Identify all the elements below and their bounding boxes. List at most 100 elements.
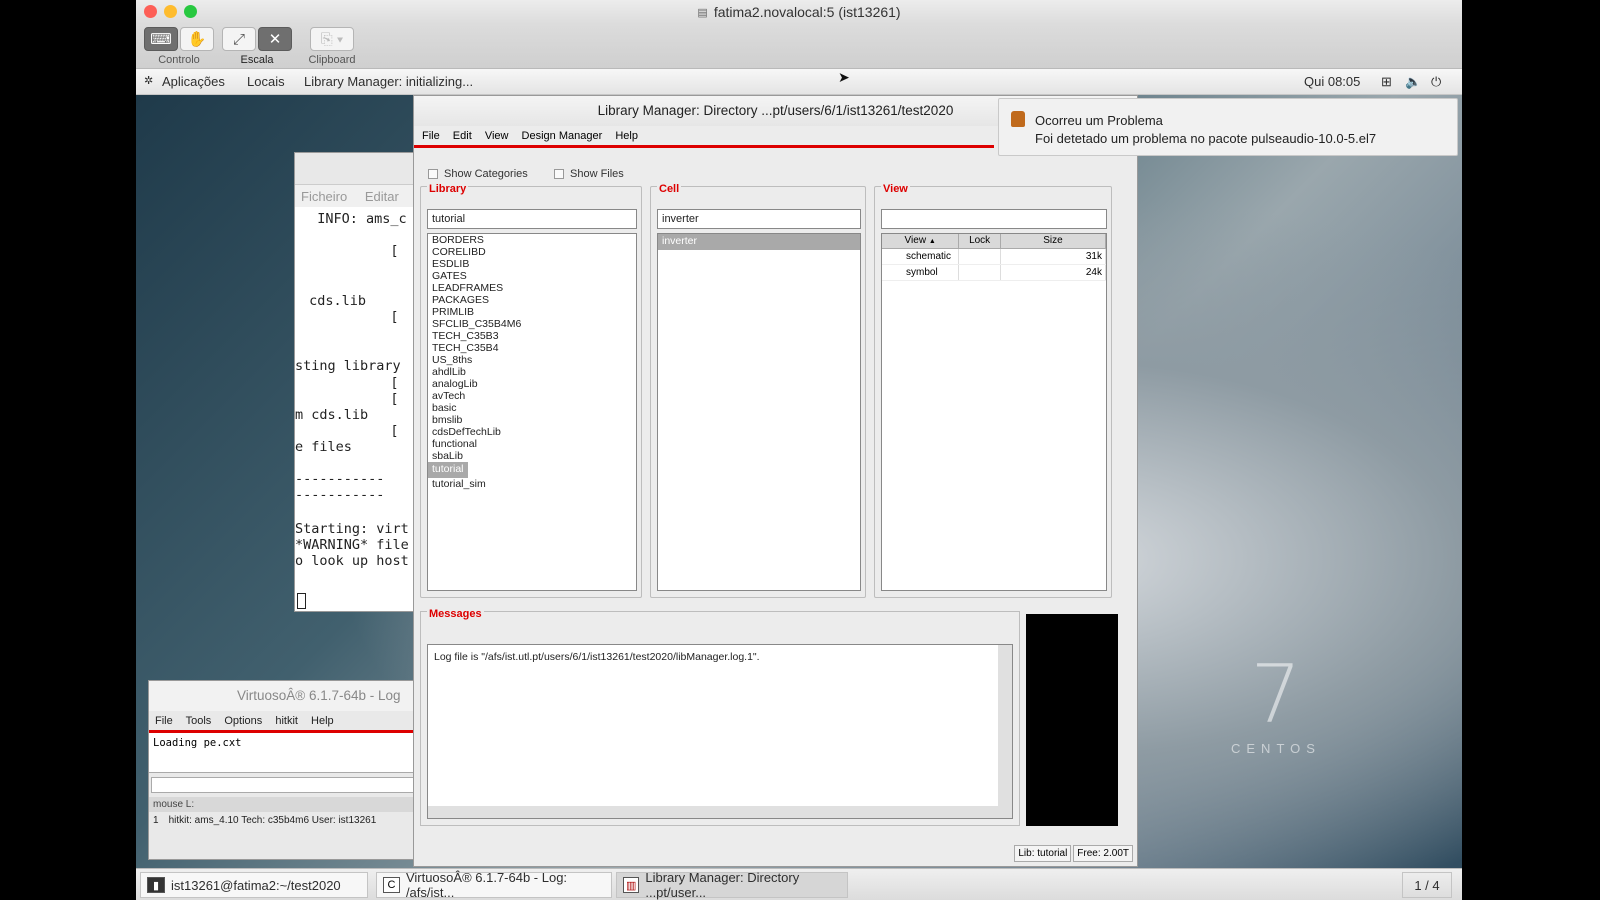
terminal-line: ----------- (295, 487, 385, 503)
controlo-group: ⌨ ✋ Controlo (144, 27, 214, 66)
view-row[interactable]: symbol 24k (882, 265, 1106, 281)
expand-icon[interactable]: ⤢ (222, 27, 256, 51)
cell-panel-title: Cell (657, 183, 682, 195)
escala-group: ⤢ ✕ Escala (222, 27, 292, 66)
notification-title: Ocorreu um Problema (1035, 113, 1163, 128)
applications-menu[interactable]: Aplicações (162, 74, 225, 89)
taskbar-item-virtuoso[interactable]: C VirtuosoÂ® 6.1.7-64b - Log: /afs/ist..… (376, 870, 612, 900)
taskbar-item-library-manager[interactable]: ▥ Library Manager: Directory ...pt/user.… (616, 870, 848, 900)
virtuoso-icon: C (383, 877, 400, 893)
library-list-item[interactable]: tutorial (428, 462, 636, 478)
virtuoso-menu-options[interactable]: Options (224, 715, 262, 727)
lm-menu-file[interactable]: File (422, 130, 440, 142)
gnome-topbar: ✲ Aplicações Locais Library Manager: ini… (136, 69, 1462, 95)
checkbox-icon[interactable] (428, 169, 438, 179)
library-list-item[interactable]: tutorial_sim (428, 478, 636, 490)
checkbox-icon[interactable] (554, 169, 564, 179)
library-filter-input[interactable]: tutorial (427, 209, 637, 229)
virtuoso-menu-tools[interactable]: Tools (186, 715, 212, 727)
vm-window: ▤ fatima2.novalocal:5 (ist13261) ⌨ ✋ Con… (136, 0, 1462, 900)
mouse-icon[interactable]: ✋ (180, 27, 214, 51)
show-categories-checkbox[interactable]: Show Categories (428, 168, 528, 180)
taskbar-item-label: VirtuosoÂ® 6.1.7-64b - Log: /afs/ist... (405, 870, 568, 900)
terminal-line: [ (301, 309, 399, 325)
status-lib: Lib: tutorial (1014, 845, 1072, 862)
messages-horizontal-scrollbar[interactable] (428, 806, 1000, 818)
taskbar-item-terminal[interactable]: ▮ ist13261@fatima2:~/test2020 (140, 872, 368, 898)
cell-list[interactable]: inverter (657, 233, 861, 591)
apps-icon: ✲ (144, 75, 154, 87)
terminal-line: m cds.lib (295, 407, 369, 423)
close-window-button[interactable] (144, 5, 157, 18)
clipboard-group: ⎘ ▾ Clipboard (302, 27, 362, 66)
clipboard-label: Clipboard (308, 54, 356, 66)
view-table-header: View ▲ Lock Size (882, 234, 1106, 249)
cell-filter-input[interactable]: inverter (657, 209, 861, 229)
terminal-line: cds.lib (301, 293, 367, 309)
power-icon[interactable]: ⏻ (1431, 74, 1441, 90)
messages-text: Log file is "/afs/ist.utl.pt/users/6/1/i… (434, 651, 760, 663)
terminal-line: Starting: virt (295, 521, 409, 537)
escala-label: Escala (240, 54, 274, 66)
virtuoso-menu-file[interactable]: File (155, 715, 173, 727)
terminal-line: [ (301, 423, 399, 439)
document-icon: ▤ (697, 6, 708, 19)
keyboard-icon[interactable]: ⌨ (144, 27, 178, 51)
minimize-window-button[interactable] (164, 5, 177, 18)
status-number: 1 (153, 815, 159, 826)
workspace-indicator[interactable]: 1 / 4 (1402, 872, 1452, 898)
library-manager-icon: ▥ (623, 877, 640, 893)
show-files-checkbox[interactable]: Show Files (554, 168, 624, 180)
active-app-menu[interactable]: Library Manager: initializing... (304, 74, 473, 89)
terminal-line: [ (301, 243, 399, 259)
cell-list-item[interactable]: inverter (658, 234, 860, 250)
view-cell: symbol (882, 265, 960, 280)
library-panel-title: Library (427, 183, 469, 195)
view-panel: View View ▲ Lock Size schematic 31k symb… (874, 183, 1112, 598)
terminal-line: INFO: ams_c (301, 211, 407, 227)
controlo-label: Controlo (158, 54, 200, 66)
network-icon[interactable]: ⊞ (1381, 74, 1392, 90)
col-size-header[interactable]: Size (1001, 234, 1106, 248)
messages-panel: Messages Log file is "/afs/ist.utl.pt/us… (420, 608, 1020, 826)
problem-notification[interactable]: Ocorreu um Problema Foi detetado um prob… (998, 98, 1458, 156)
col-lock-header[interactable]: Lock (959, 234, 1001, 248)
status-text: hitkit: ams_4.10 Tech: c35b4m6 User: ist… (168, 815, 377, 826)
library-manager-window[interactable]: Library Manager: Directory ...pt/users/6… (413, 95, 1138, 867)
library-panel: Library tutorial BORDERS CORELIBD ESDLIB GA… (420, 183, 642, 598)
lock-cell (959, 265, 1002, 280)
sort-up-icon: ▲ (928, 238, 936, 245)
virtuoso-menu-help[interactable]: Help (311, 715, 334, 727)
shrink-icon[interactable]: ✕ (258, 27, 292, 51)
lm-menu-help[interactable]: Help (615, 130, 638, 142)
size-cell: 31k (1001, 249, 1106, 264)
terminal-line: [ (301, 375, 399, 391)
menu-editar[interactable]: Editar (365, 189, 399, 204)
places-menu[interactable]: Locais (247, 74, 285, 89)
status-free: Free: 2.00T (1073, 845, 1133, 862)
lm-menu-design-manager[interactable]: Design Manager (522, 130, 603, 142)
view-panel-title: View (881, 183, 910, 195)
messages-vertical-scrollbar[interactable] (998, 645, 1012, 818)
library-list[interactable]: BORDERS CORELIBD ESDLIB GATES LEADFRAMES PACK… (427, 233, 637, 591)
lm-menu-view[interactable]: View (485, 130, 509, 142)
menu-ficheiro[interactable]: Ficheiro (301, 189, 347, 204)
view-filter-input[interactable] (881, 209, 1107, 229)
view-cell: schematic (882, 249, 960, 264)
terminal-cursor (297, 593, 306, 609)
show-categories-label: Show Categories (444, 168, 528, 180)
screen: ▤ fatima2.novalocal:5 (ist13261) ⌨ ✋ Con… (0, 0, 1600, 900)
zoom-window-button[interactable] (184, 5, 197, 18)
library-list-item-label: tutorial_sim (432, 477, 486, 490)
lock-cell (959, 249, 1002, 264)
lm-menu-edit[interactable]: Edit (453, 130, 472, 142)
library-list-item[interactable]: sbaLib (428, 450, 636, 462)
clipboard-icon[interactable]: ⎘ ▾ (310, 27, 354, 51)
volume-icon[interactable]: 🔈 (1405, 74, 1421, 90)
virtuoso-menu-hitkit[interactable]: hitkit (275, 715, 298, 727)
vm-titlebar: ▤ fatima2.novalocal:5 (ist13261) (136, 0, 1462, 24)
view-row[interactable]: schematic 31k (882, 249, 1106, 265)
view-table[interactable]: View ▲ Lock Size schematic 31k symbol 24… (881, 233, 1107, 591)
col-view-header[interactable]: View ▲ (882, 234, 960, 248)
clock[interactable]: Qui 08:05 (1304, 74, 1360, 89)
